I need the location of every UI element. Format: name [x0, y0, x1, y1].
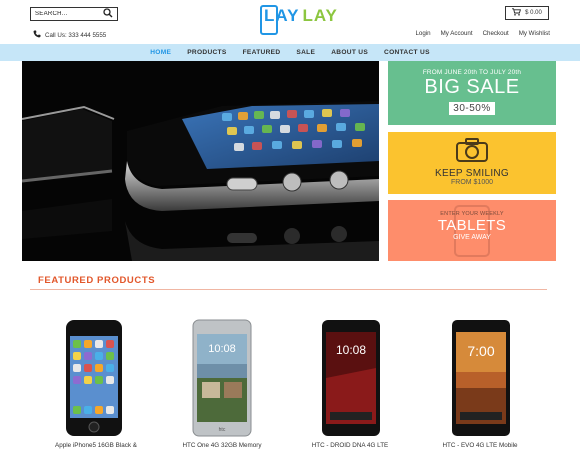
- search-input[interactable]: [35, 11, 95, 17]
- cart-button[interactable]: $ 0.00: [505, 6, 549, 20]
- svg-text:7:00: 7:00: [467, 343, 494, 359]
- nav-contact-us[interactable]: CONTACT US: [376, 49, 438, 56]
- my-account-link[interactable]: My Account: [441, 30, 473, 37]
- nav-products[interactable]: PRODUCTS: [179, 49, 234, 56]
- svg-text:10:08: 10:08: [208, 343, 236, 355]
- search-icon[interactable]: [103, 5, 113, 23]
- product-image[interactable]: 7:00: [420, 318, 540, 438]
- featured-divider: [30, 289, 547, 290]
- product-image[interactable]: [36, 318, 156, 438]
- nav-about-us[interactable]: ABOUT US: [323, 49, 376, 56]
- nav-home[interactable]: HOME: [142, 49, 179, 56]
- promo-keep-smiling[interactable]: KEEP SMILING FROM $1000: [388, 132, 556, 194]
- logo-text-part1: LAY: [264, 6, 300, 25]
- nav-featured[interactable]: FEATURED: [235, 49, 289, 56]
- product-card[interactable]: 10:08 htc HTC One 4G 32GB Memory: [162, 318, 282, 449]
- logo[interactable]: LAY LAY: [260, 5, 338, 35]
- cart-icon: [512, 8, 522, 18]
- featured-products-heading: FEATURED PRODUCTS: [38, 275, 156, 286]
- promo-camera-title: KEEP SMILING: [435, 168, 509, 179]
- promo-sale-title: BIG SALE: [424, 76, 520, 98]
- product-name[interactable]: HTC - EVO 4G LTE Mobile: [420, 442, 540, 449]
- promo-tablets-title: TABLETS: [437, 217, 507, 234]
- camera-icon: [388, 137, 556, 168]
- logo-text-part2: LAY: [302, 6, 338, 25]
- product-image[interactable]: 10:08 htc: [162, 318, 282, 438]
- product-card[interactable]: 10:08 HTC - DROID DNA 4G LTE: [290, 318, 410, 449]
- product-name[interactable]: HTC - DROID DNA 4G LTE: [290, 442, 410, 449]
- main-nav: HOME PRODUCTS FEATURED SALE ABOUT US CON…: [0, 44, 580, 61]
- promo-big-sale[interactable]: FROM JUNE 20th TO JULY 20th BIG SALE 30-…: [388, 61, 556, 125]
- product-card[interactable]: Apple iPhone5 16GB Black &: [36, 318, 156, 449]
- phone-text: Call Us: 333 444 5555: [45, 31, 107, 39]
- nav-sale[interactable]: SALE: [288, 49, 323, 56]
- product-name[interactable]: Apple iPhone5 16GB Black &: [36, 442, 156, 449]
- promo-sale-percent: 30-50%: [449, 102, 495, 115]
- phone-line: Call Us: 333 444 5555: [33, 30, 106, 40]
- login-link[interactable]: Login: [415, 30, 430, 37]
- svg-text:10:08: 10:08: [336, 343, 366, 357]
- checkout-link[interactable]: Checkout: [483, 30, 509, 37]
- hero-slider-image[interactable]: [22, 61, 379, 261]
- cart-total: $ 0.00: [525, 10, 542, 16]
- promo-sale-dates: FROM JUNE 20th TO JULY 20th: [422, 69, 522, 76]
- phone-icon: [33, 30, 41, 40]
- svg-text:htc: htc: [219, 427, 226, 433]
- search-box[interactable]: [30, 7, 118, 21]
- product-card[interactable]: 7:00 HTC - EVO 4G LTE Mobile: [420, 318, 540, 449]
- wishlist-link[interactable]: My Wishlist: [519, 30, 550, 37]
- product-name[interactable]: HTC One 4G 32GB Memory: [162, 442, 282, 449]
- promo-tablets[interactable]: ENTER YOUR WEEKLY TABLETS GIVE AWAY: [388, 200, 556, 261]
- promo-camera-price: FROM $1000: [450, 179, 494, 186]
- account-links: Login My Account Checkout My Wishlist: [415, 30, 550, 37]
- product-image[interactable]: 10:08: [290, 318, 410, 438]
- promo-tablets-caption: GIVE AWAY: [453, 234, 491, 241]
